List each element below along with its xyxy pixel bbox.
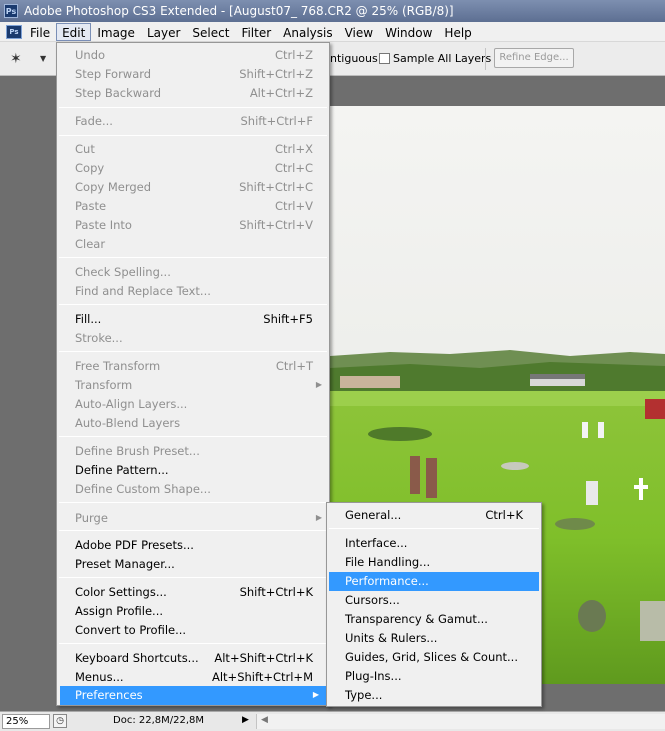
- menu-separator: [59, 351, 327, 352]
- pref-plugins[interactable]: Plug-Ins...: [327, 667, 541, 686]
- edit-menu-define-custom-shape[interactable]: Define Custom Shape...: [57, 480, 329, 499]
- submenu-arrow-icon: ▶: [315, 380, 322, 389]
- pref-transparency-gamut[interactable]: Transparency & Gamut...: [327, 610, 541, 629]
- edit-menu-auto-align[interactable]: Auto-Align Layers...: [57, 395, 329, 414]
- edit-menu-undo[interactable]: Undo Ctrl+Z: [57, 46, 329, 65]
- edit-menu-find-replace[interactable]: Find and Replace Text...: [57, 282, 329, 301]
- menu-window[interactable]: Window: [379, 23, 438, 41]
- edit-menu-paste[interactable]: Paste Ctrl+V: [57, 197, 329, 216]
- edit-menu-define-brush[interactable]: Define Brush Preset...: [57, 442, 329, 461]
- edit-menu-clear[interactable]: Clear: [57, 235, 329, 254]
- photoshop-logo-icon: Ps: [4, 4, 18, 18]
- pref-performance[interactable]: Performance...: [329, 572, 539, 591]
- edit-menu-transform[interactable]: Transform ▶: [57, 376, 329, 395]
- menu-separator: [59, 135, 327, 136]
- refine-edge-button[interactable]: Refine Edge...: [494, 48, 574, 68]
- sample-all-layers-checkbox[interactable]: [379, 53, 390, 64]
- menu-analysis[interactable]: Analysis: [277, 23, 338, 41]
- horizontal-scrollbar[interactable]: ◀: [256, 714, 665, 729]
- edit-menu-purge[interactable]: Purge ▶: [57, 509, 329, 528]
- preferences-submenu: General... Ctrl+K Interface... File Handl…: [326, 502, 542, 707]
- menu-filter[interactable]: Filter: [235, 23, 277, 41]
- pref-units-rulers[interactable]: Units & Rulers...: [327, 629, 541, 648]
- status-options-icon[interactable]: ◷: [53, 714, 67, 728]
- edit-menu-stroke[interactable]: Stroke...: [57, 329, 329, 348]
- pref-cursors[interactable]: Cursors...: [327, 591, 541, 610]
- edit-menu-convert-profile[interactable]: Convert to Profile...: [57, 621, 329, 640]
- edit-menu-preferences[interactable]: Preferences ▶: [60, 686, 326, 705]
- menu-separator: [59, 436, 327, 437]
- edit-menu-cut[interactable]: Cut Ctrl+X: [57, 140, 329, 159]
- document-icon[interactable]: Ps: [6, 24, 22, 39]
- menu-help[interactable]: Help: [438, 23, 477, 41]
- edit-menu-pdf-presets[interactable]: Adobe PDF Presets...: [57, 536, 329, 555]
- scroll-left-icon[interactable]: ◀: [261, 715, 268, 725]
- edit-menu-fill[interactable]: Fill... Shift+F5: [57, 310, 329, 329]
- status-menu-arrow-icon[interactable]: ▶: [242, 715, 249, 725]
- menu-separator: [59, 107, 327, 108]
- edit-menu-paste-into[interactable]: Paste Into Shift+Ctrl+V: [57, 216, 329, 235]
- menu-bar: Ps File Edit Image Layer Select Filter A…: [0, 22, 665, 42]
- status-bar: 25% ◷ Doc: 22,8M/22,8M ▶ ◀: [0, 711, 665, 731]
- menu-separator: [59, 530, 327, 531]
- edit-menu-step-forward[interactable]: Step Forward Shift+Ctrl+Z: [57, 65, 329, 84]
- edit-menu-copy-merged[interactable]: Copy Merged Shift+Ctrl+C: [57, 178, 329, 197]
- document-size: Doc: 22,8M/22,8M: [113, 715, 205, 726]
- submenu-arrow-icon: ▶: [312, 690, 319, 699]
- edit-menu-keyboard-shortcuts[interactable]: Keyboard Shortcuts... Alt+Shift+Ctrl+K: [57, 649, 329, 668]
- pref-general[interactable]: General... Ctrl+K: [327, 506, 541, 525]
- edit-menu-fade[interactable]: Fade... Shift+Ctrl+F: [57, 112, 329, 131]
- sample-all-layers-label: Sample All Layers: [393, 52, 492, 65]
- edit-menu-free-transform[interactable]: Free Transform Ctrl+T: [57, 357, 329, 376]
- window-title: Adobe Photoshop CS3 Extended - [August07…: [24, 4, 454, 18]
- edit-menu-color-settings[interactable]: Color Settings... Shift+Ctrl+K: [57, 583, 329, 602]
- submenu-arrow-icon: ▶: [315, 513, 322, 522]
- menu-separator: [59, 502, 327, 503]
- edit-menu-menus[interactable]: Menus... Alt+Shift+Ctrl+M: [57, 668, 329, 687]
- pref-file-handling[interactable]: File Handling...: [327, 553, 541, 572]
- edit-menu-copy[interactable]: Copy Ctrl+C: [57, 159, 329, 178]
- options-divider: [485, 48, 486, 70]
- zoom-input[interactable]: 25%: [2, 714, 50, 729]
- contiguous-label: ntiguous: [330, 52, 378, 65]
- menu-edit[interactable]: Edit: [56, 22, 92, 41]
- menu-separator: [59, 643, 327, 644]
- menu-file[interactable]: File: [24, 23, 56, 41]
- edit-menu-step-backward[interactable]: Step Backward Alt+Ctrl+Z: [57, 84, 329, 103]
- tool-preset-arrow-icon[interactable]: ▼: [40, 54, 46, 63]
- menu-view[interactable]: View: [339, 23, 379, 41]
- menu-separator: [329, 528, 539, 529]
- edit-menu-auto-blend[interactable]: Auto-Blend Layers: [57, 414, 329, 433]
- pref-type[interactable]: Type...: [327, 686, 541, 705]
- pref-guides-grid[interactable]: Guides, Grid, Slices & Count...: [327, 648, 541, 667]
- edit-menu-assign-profile[interactable]: Assign Profile...: [57, 602, 329, 621]
- pref-interface[interactable]: Interface...: [327, 534, 541, 553]
- title-bar: Ps Adobe Photoshop CS3 Extended - [Augus…: [0, 0, 665, 22]
- magic-wand-icon[interactable]: ✶: [10, 51, 30, 67]
- menu-select[interactable]: Select: [186, 23, 235, 41]
- menu-layer[interactable]: Layer: [141, 23, 186, 41]
- edit-menu-check-spelling[interactable]: Check Spelling...: [57, 263, 329, 282]
- menu-separator: [59, 304, 327, 305]
- edit-menu: Undo Ctrl+Z Step Forward Shift+Ctrl+Z Step…: [56, 42, 330, 706]
- menu-separator: [59, 577, 327, 578]
- edit-menu-preset-manager[interactable]: Preset Manager...: [57, 555, 329, 574]
- edit-menu-define-pattern[interactable]: Define Pattern...: [57, 461, 329, 480]
- menu-image[interactable]: Image: [91, 23, 141, 41]
- menu-separator: [59, 257, 327, 258]
